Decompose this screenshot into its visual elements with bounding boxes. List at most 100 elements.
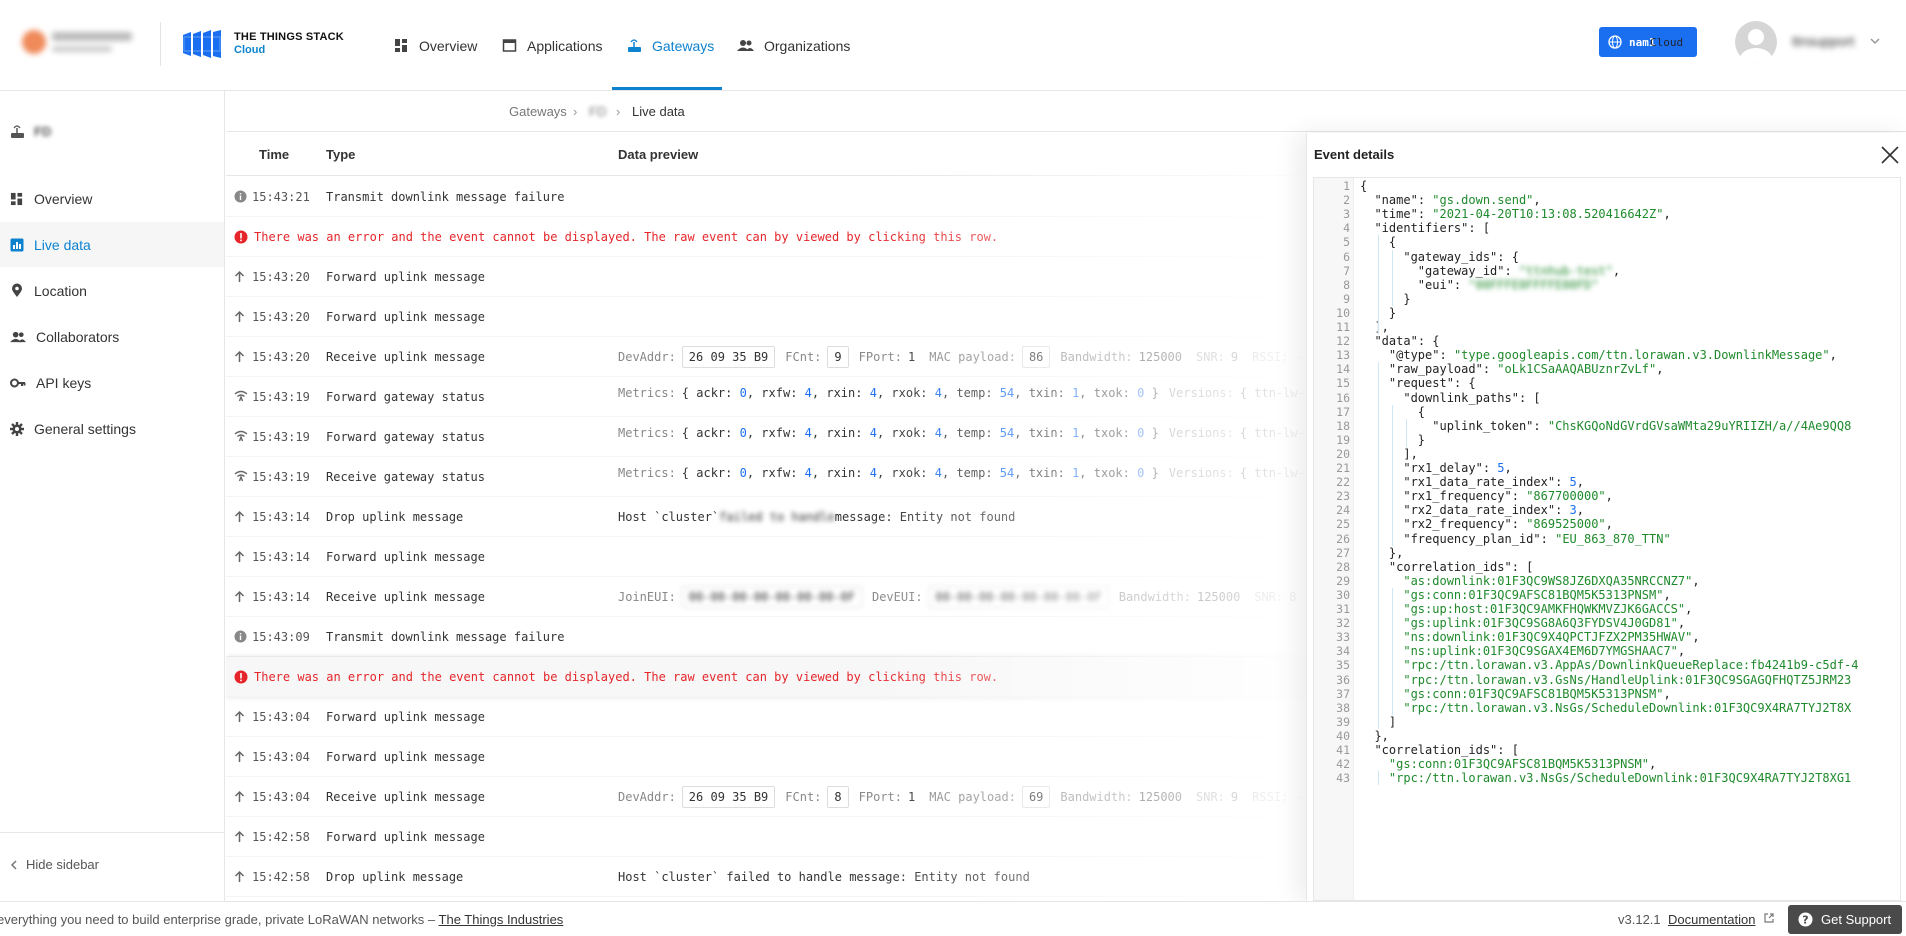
snr-label: SNR: (1196, 350, 1225, 364)
event-row[interactable]: 15:43:21 Transmit downlink message failur… (226, 177, 1306, 217)
chevron-down-icon[interactable] (1869, 35, 1881, 47)
drop-message-tail: message: Entity not found (834, 510, 1016, 524)
event-row[interactable]: 15:42:58 Forward uplink message (226, 817, 1306, 857)
event-row[interactable]: 15:43:19 Forward gateway status Metrics: { … (226, 417, 1306, 457)
nav-organizations[interactable]: Organizations (737, 0, 850, 91)
rssi-label: RSSI: - (1252, 790, 1303, 804)
hide-sidebar-button[interactable]: Hide sidebar (10, 857, 99, 872)
line-number: 22 (1336, 475, 1350, 490)
json-line: "rx2_data_rate_index": 3, (1403, 503, 1584, 518)
event-row[interactable]: 15:43:19 Receive gateway status Metrics: { … (226, 457, 1306, 497)
line-number: 43 (1336, 771, 1350, 786)
documentation-link[interactable]: Documentation (1668, 912, 1755, 927)
data-preview: Metrics: { ackr: 0, rxfw: 4, rxin: 4, rxo… (618, 386, 1306, 400)
sidebar-item-api-keys[interactable]: API keys (0, 360, 224, 405)
the-things-stack-logo-icon[interactable] (181, 29, 231, 59)
json-line: "gs:up:host:01F3QC9AMKFHQWKMVZJK6GACCS", (1403, 602, 1693, 616)
event-row[interactable]: 15:43:14 Receive uplink message JoinEUI: 00… (226, 577, 1306, 617)
json-line: "rx2_frequency": "869525000", (1403, 517, 1613, 532)
event-time: 15:43:19 (252, 430, 310, 444)
uplink-arrow-icon (234, 510, 245, 526)
joineui-label: JoinEUI: (618, 590, 676, 604)
snr-label: SNR: (1254, 590, 1284, 604)
event-row[interactable]: 15:43:04 Forward uplink message (226, 697, 1306, 737)
nav-gateways[interactable]: Gateways (627, 0, 714, 91)
username[interactable]: ttnsupport (1792, 33, 1854, 49)
event-row[interactable]: 15:43:20 Receive uplink message DevAddr: 26… (226, 337, 1306, 377)
external-link-icon (1764, 913, 1774, 923)
nav-overview[interactable]: Overview (394, 0, 477, 91)
event-row[interactable]: 15:43:14 Forward uplink message (226, 537, 1306, 577)
line-number: 25 (1336, 517, 1350, 532)
close-icon[interactable] (1878, 143, 1902, 167)
cluster-selector-button[interactable]: nam1 Cloud (1599, 27, 1697, 57)
event-row[interactable]: 15:43:14 Drop uplink message Host `cluster… (226, 497, 1306, 537)
bandwidth-value: 125000 (1138, 790, 1182, 804)
sidebar-item-collaborators[interactable]: Collaborators (0, 314, 224, 359)
gateway-entity-header: FD (10, 124, 51, 139)
bandwidth-value: 125000 (1196, 590, 1241, 604)
tenant-logo[interactable] (22, 26, 140, 58)
data-preview: Metrics: { ackr: 0, rxfw: 4, rxin: 4, rxo… (618, 466, 1306, 480)
event-json-viewer[interactable]: 1 2 3 4 5 6 7 8 9 10 11 12 13 14 15 16 17 18 19 20 21 22 23 24 2… (1313, 177, 1901, 901)
metric-rxok: 4 (934, 426, 942, 440)
event-row[interactable]: 15:43:20 Forward uplink message (226, 297, 1306, 337)
devaddr-label: DevAddr: (618, 790, 676, 804)
chevron-left-icon (10, 859, 17, 870)
line-number: 2 (1343, 193, 1350, 208)
line-number: 13 (1336, 348, 1350, 363)
event-row[interactable]: 15:43:09 Transmit downlink message failur… (226, 617, 1306, 657)
nav-applications[interactable]: Applications (502, 0, 603, 91)
event-row[interactable]: 15:43:04 Forward uplink message (226, 737, 1306, 777)
event-time: 15:43:14 (252, 550, 310, 564)
get-support-button[interactable]: ? Get Support (1788, 905, 1902, 934)
sidebar-item-live-data[interactable]: Live data (0, 222, 224, 267)
line-number: 19 (1336, 432, 1350, 447)
metric-rxin: 4 (869, 426, 877, 440)
event-type: Forward gateway status (326, 390, 485, 404)
metric-rxok: 4 (934, 386, 942, 400)
event-row[interactable]: 15:43:04 Receive uplink message DevAddr: 26… (226, 777, 1306, 817)
versions-label: Versions: (1168, 466, 1234, 480)
line-number: 4 (1343, 221, 1350, 236)
indent-guide (1392, 249, 1393, 306)
footer-tagline: everything you need to build enterprise … (0, 912, 563, 927)
people-icon (10, 331, 26, 342)
fcnt-label: FCnt: (785, 790, 822, 804)
breadcrumb-gateways[interactable]: Gateways (509, 104, 567, 119)
breadcrumb-gateway[interactable]: FD (589, 104, 606, 119)
live-events-table: Time Type Data preview 15:43:21 Transmit … (226, 133, 1306, 901)
event-row[interactable]: 15:42:58 Drop uplink message Host `cluster… (226, 857, 1306, 897)
active-nav-indicator (612, 87, 722, 90)
company-link[interactable]: The Things Industries (439, 912, 564, 927)
event-row[interactable]: 15:43:19 Forward gateway status Metrics: { … (226, 377, 1306, 417)
metric-temp: 54 (999, 466, 1015, 480)
event-time: 15:43:20 (252, 310, 310, 324)
chart-icon (10, 238, 24, 251)
line-number: 35 (1336, 658, 1350, 673)
sidebar-item-location[interactable]: Location (0, 268, 224, 313)
line-number: 21 (1336, 461, 1350, 475)
event-type: Transmit downlink message failure (326, 630, 565, 644)
line-number: 37 (1336, 686, 1350, 701)
user-avatar[interactable] (1735, 21, 1777, 63)
error-row[interactable]: There was an error and the event cannot … (226, 217, 1306, 257)
data-preview: Host `cluster` failed to handle message:… (618, 510, 1015, 524)
json-line: "raw_payload": "oLk1CSaAAQABUznrZvLf", (1388, 362, 1664, 377)
json-line: "gateway_id": "ttnhub-test", (1417, 263, 1621, 278)
versions-label: Versions: (1168, 386, 1234, 400)
data-preview: Host `cluster` failed to handle message:… (618, 870, 1044, 884)
window-icon (502, 39, 517, 52)
json-line: "correlation_ids": [ (1374, 743, 1519, 757)
sidebar-item-overview[interactable]: Overview (0, 176, 224, 221)
event-time: 15:42:58 (252, 870, 310, 884)
event-type: Forward uplink message (326, 310, 485, 324)
sidebar-item-general-settings[interactable]: General settings (0, 406, 224, 451)
nav-organizations-label: Organizations (764, 37, 851, 54)
line-number: 40 (1336, 728, 1350, 743)
data-preview: DevAddr: 26 09 35 B9 FCnt: 8 FPort: 1 MAC payl… (618, 786, 1306, 808)
sidebar: FD Overview Live data Location Collabora… (0, 91, 225, 901)
line-number: 41 (1336, 743, 1350, 757)
event-row[interactable]: 15:43:20 Forward uplink message (226, 257, 1306, 297)
error-row[interactable]: There was an error and the event cannot … (226, 657, 1306, 697)
